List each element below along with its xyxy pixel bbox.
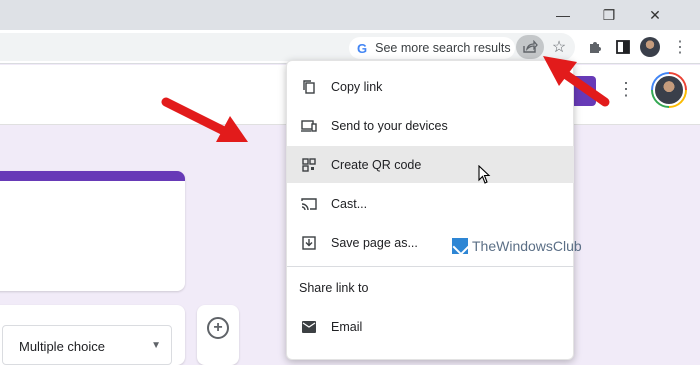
search-results-chip[interactable]: G See more search results [349,37,515,59]
close-icon: ✕ [649,6,661,23]
menu-item-copy-link[interactable]: Copy link [287,68,574,105]
form-side-toolbar: + [197,305,239,365]
plus-icon: + [213,319,223,336]
more-vert-icon: ⋮ [617,79,635,99]
menu-item-label: Copy link [331,79,383,94]
restore-icon: ❐ [602,6,616,23]
question-type-select[interactable]: Multiple choice ▼ [2,325,172,365]
devices-icon [287,118,331,134]
menu-divider [287,266,574,267]
account-avatar[interactable] [651,72,687,108]
menu-item-cast[interactable]: Cast... [287,185,574,222]
address-bar[interactable]: G See more search results ☆ [0,33,575,61]
minimize-button[interactable]: — [540,0,586,30]
forms-more-button[interactable]: ⋮ [617,79,635,100]
browser-title-bar: — ❐ ✕ [0,0,700,30]
mouse-cursor-icon [478,165,491,184]
menu-item-email[interactable]: Email [287,308,574,345]
add-question-button[interactable]: + [207,317,229,339]
side-panel-button[interactable] [611,35,635,59]
dropdown-arrow-icon: ▼ [151,340,161,351]
more-vert-icon: ⋮ [672,39,688,56]
share-icon [523,40,538,53]
restore-button[interactable]: ❐ [586,0,632,30]
menu-item-label: Cast... [331,196,368,211]
share-link-heading: Share link to [299,281,369,295]
side-panel-icon [616,40,630,54]
share-menu: Copy link Send to your devices Create QR… [286,60,574,360]
share-button[interactable] [516,35,544,59]
form-title-card[interactable] [0,171,185,291]
question-type-value: Multiple choice [19,339,105,354]
avatar-photo [653,74,685,106]
email-icon [287,320,331,333]
cast-icon [287,196,331,212]
profile-avatar[interactable] [640,37,660,57]
menu-item-label: Create QR code [331,157,422,172]
menu-item-label: Save page as... [331,235,418,250]
search-chip-label: See more search results [375,41,511,55]
menu-item-create-qr-code[interactable]: Create QR code [287,146,574,183]
watermark-text: TheWindowsClub [472,238,582,254]
windows-club-logo-icon [452,238,468,254]
copy-icon [287,79,331,95]
watermark: TheWindowsClub [452,238,582,254]
minimize-icon: — [556,7,570,23]
annotation-arrow-icon [543,56,610,107]
annotation-arrow-icon [161,97,248,142]
menu-item-label: Email [331,319,363,334]
save-page-icon [287,235,331,251]
google-g-icon: G [357,40,368,56]
close-window-button[interactable]: ✕ [632,0,678,30]
qr-code-icon [287,157,331,173]
menu-item-label: Send to your devices [331,118,448,133]
question-card[interactable]: Multiple choice ▼ [0,305,185,365]
menu-item-send-to-devices[interactable]: Send to your devices [287,107,574,144]
chrome-menu-button[interactable]: ⋮ [668,35,692,59]
